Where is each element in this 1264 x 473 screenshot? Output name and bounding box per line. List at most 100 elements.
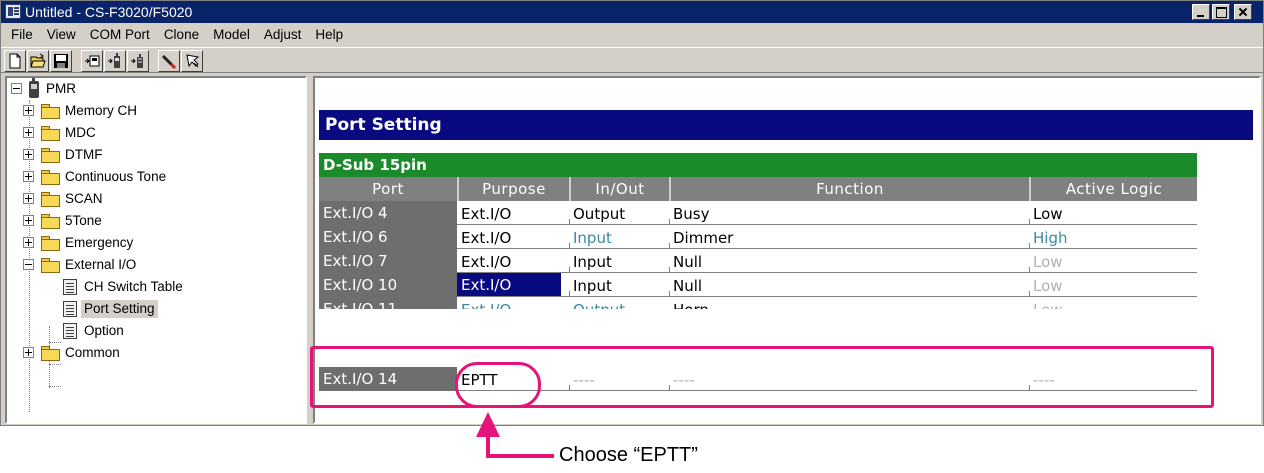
folder-icon bbox=[41, 214, 60, 229]
expand-icon[interactable] bbox=[23, 347, 34, 358]
menu-file[interactable]: File bbox=[4, 25, 40, 45]
expand-icon[interactable] bbox=[23, 193, 34, 204]
minimize-button[interactable] bbox=[1192, 4, 1210, 20]
folder-icon bbox=[41, 192, 60, 207]
expand-icon[interactable] bbox=[23, 171, 34, 182]
collapse-icon[interactable] bbox=[23, 259, 34, 270]
tree-item-port-setting[interactable]: Port Setting bbox=[63, 298, 158, 320]
active-logic-cell[interactable]: High bbox=[1029, 225, 1197, 249]
table-header: Port Purpose In/Out Function Active Logi… bbox=[319, 177, 1197, 201]
table-row: Ext.I/O 6 Ext.I/O Input Dimmer High bbox=[319, 225, 1197, 249]
toolbar bbox=[1, 47, 1263, 73]
tree-item-memory-ch[interactable]: Memory CH bbox=[23, 100, 140, 122]
tree-item-external-io[interactable]: External I/O bbox=[23, 254, 139, 276]
function-cell[interactable]: Null bbox=[669, 273, 1029, 297]
inout-cell[interactable]: Output bbox=[569, 297, 669, 309]
tree-item-continuous-tone[interactable]: Continuous Tone bbox=[23, 166, 169, 188]
tree-item-emergency[interactable]: Emergency bbox=[23, 232, 136, 254]
purpose-cell[interactable]: Ext.I/O bbox=[457, 249, 569, 273]
function-cell[interactable]: Null bbox=[669, 249, 1029, 273]
inout-cell[interactable]: Input bbox=[569, 273, 669, 297]
open-icon bbox=[30, 53, 46, 68]
read-from-radio-icon bbox=[85, 55, 100, 67]
expand-icon[interactable] bbox=[23, 149, 34, 160]
column-header-port: Port bbox=[372, 180, 404, 198]
folder-icon bbox=[41, 126, 60, 141]
write-to-radio-icon bbox=[108, 53, 120, 68]
folder-icon bbox=[41, 346, 60, 361]
expand-icon[interactable] bbox=[23, 237, 34, 248]
save-button[interactable] bbox=[50, 50, 72, 72]
function-cell[interactable]: Dimmer bbox=[669, 225, 1029, 249]
tree-item-mdc[interactable]: MDC bbox=[23, 122, 99, 144]
port-cell: Ext.I/O 10 bbox=[319, 273, 457, 297]
menu-model[interactable]: Model bbox=[206, 25, 257, 45]
function-cell[interactable]: Busy bbox=[669, 201, 1029, 225]
folder-icon bbox=[41, 104, 60, 119]
inout-cell[interactable]: Output bbox=[569, 201, 669, 225]
help-button[interactable] bbox=[181, 50, 203, 72]
active-logic-cell[interactable]: Low bbox=[1029, 249, 1197, 273]
tree-item-5tone[interactable]: 5Tone bbox=[23, 210, 105, 232]
arrow-stem bbox=[486, 436, 490, 456]
port-cell: Ext.I/O 11 bbox=[319, 297, 457, 309]
read-from-radio-button[interactable] bbox=[81, 50, 103, 72]
title-bar[interactable]: Untitled - CS-F3020/F5020 bbox=[1, 1, 1263, 23]
folder-icon bbox=[41, 148, 60, 163]
close-button[interactable] bbox=[1234, 4, 1252, 20]
open-button[interactable] bbox=[27, 50, 49, 72]
clone-button[interactable] bbox=[127, 50, 149, 72]
page-icon bbox=[63, 279, 77, 295]
highlight-rectangle bbox=[310, 346, 1214, 408]
adjust-button[interactable] bbox=[158, 50, 180, 72]
save-icon bbox=[54, 54, 68, 68]
active-logic-cell[interactable]: Low bbox=[1029, 201, 1197, 225]
expand-icon[interactable] bbox=[23, 127, 34, 138]
port-cell: Ext.I/O 6 bbox=[319, 225, 457, 249]
active-logic-cell[interactable]: Low bbox=[1029, 273, 1197, 297]
tree-item-ch-switch-table[interactable]: CH Switch Table bbox=[63, 276, 186, 298]
active-logic-cell[interactable]: Low bbox=[1029, 297, 1197, 309]
menu-adjust[interactable]: Adjust bbox=[257, 25, 309, 45]
maximize-button[interactable] bbox=[1212, 4, 1230, 20]
settings-tree[interactable]: PMR Memory CH MDC DTMF Continuous Tone S… bbox=[5, 76, 307, 424]
tree-item-pmr[interactable]: PMR bbox=[11, 78, 79, 100]
help-icon bbox=[186, 54, 200, 68]
new-button[interactable] bbox=[4, 50, 26, 72]
purpose-cell-selected[interactable]: Ext.I/O bbox=[457, 273, 561, 297]
table-row: Ext.I/O 4 Ext.I/O Output Busy Low bbox=[319, 201, 1197, 225]
radio-icon bbox=[29, 78, 39, 98]
expand-icon[interactable] bbox=[23, 215, 34, 226]
panel-title: Port Setting bbox=[319, 110, 1253, 140]
menu-com-port[interactable]: COM Port bbox=[83, 25, 157, 45]
menu-bar: File View COM Port Clone Model Adjust He… bbox=[1, 23, 1263, 47]
function-cell[interactable]: Horn bbox=[669, 297, 1029, 309]
folder-icon bbox=[41, 236, 60, 251]
clone-icon bbox=[131, 54, 143, 68]
purpose-cell[interactable]: Ext.I/O bbox=[457, 201, 569, 225]
tree-item-common[interactable]: Common bbox=[23, 342, 123, 364]
menu-help[interactable]: Help bbox=[308, 25, 350, 45]
menu-clone[interactable]: Clone bbox=[157, 25, 206, 45]
inout-cell[interactable]: Input bbox=[569, 225, 669, 249]
port-cell: Ext.I/O 7 bbox=[319, 249, 457, 273]
expand-icon[interactable] bbox=[23, 105, 34, 116]
app-icon bbox=[5, 4, 21, 19]
purpose-cell[interactable]: Ext.I/O bbox=[457, 225, 569, 249]
arrow-leader bbox=[486, 454, 554, 458]
menu-view[interactable]: View bbox=[40, 25, 83, 45]
purpose-cell[interactable]: Ext.I/O bbox=[457, 297, 569, 309]
folder-icon bbox=[41, 258, 60, 273]
new-icon bbox=[9, 53, 21, 69]
tree-item-scan[interactable]: SCAN bbox=[23, 188, 106, 210]
inout-cell[interactable]: Input bbox=[569, 249, 669, 273]
port-cell: Ext.I/O 4 bbox=[319, 201, 457, 225]
write-to-radio-button[interactable] bbox=[104, 50, 126, 72]
tree-item-dtmf[interactable]: DTMF bbox=[23, 144, 106, 166]
tree-guide-line bbox=[49, 364, 61, 365]
column-header-inout: In/Out bbox=[595, 180, 645, 198]
tree-guide-line bbox=[49, 386, 61, 387]
collapse-icon[interactable] bbox=[11, 83, 22, 94]
tree-item-option[interactable]: Option bbox=[63, 320, 127, 342]
callout-text: Choose “EPTT” bbox=[559, 444, 698, 466]
